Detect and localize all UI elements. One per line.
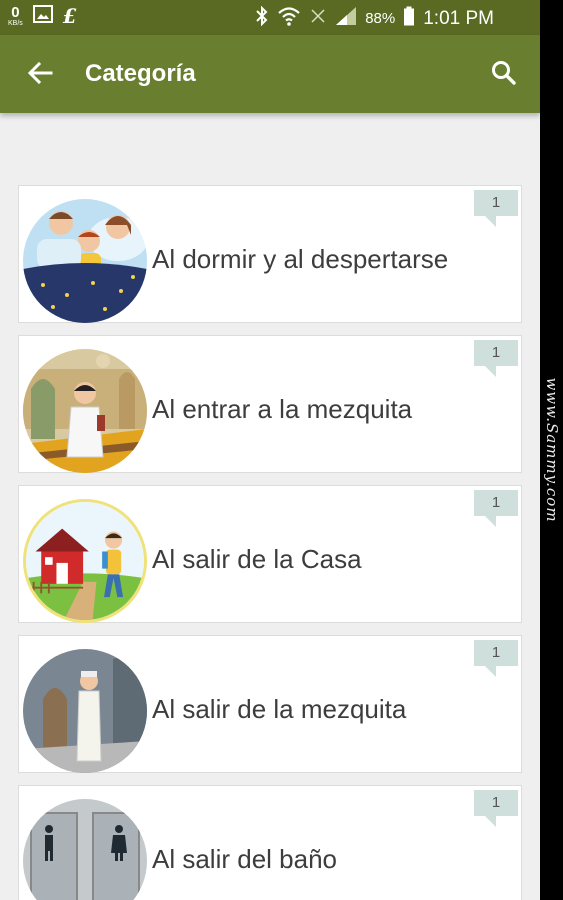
- man-leaving-mosque-illustration: [23, 649, 147, 773]
- category-item-al-entrar-mezquita[interactable]: Al entrar a la mezquita 1: [18, 335, 522, 473]
- category-label: Al salir de la mezquita: [152, 694, 407, 724]
- app-screen: 0 KB/s £ 88% 1:01 PM Categoría Al dormir…: [0, 0, 540, 900]
- app-logo-icon: £: [62, 4, 77, 28]
- battery-percent: 88%: [365, 10, 396, 27]
- category-label: Al salir del baño: [152, 844, 337, 874]
- count-badge: 1: [474, 190, 518, 227]
- status-bar-left: 0 KB/s £: [8, 4, 77, 28]
- category-label: Al entrar a la mezquita: [152, 394, 413, 424]
- category-label: Al dormir y al despertarse: [152, 244, 449, 274]
- arrow-left-icon: [27, 62, 53, 84]
- category-item-al-dormir[interactable]: Al dormir y al despertarse 1: [18, 185, 522, 323]
- category-item-al-salir-bano[interactable]: Al salir del baño 1: [18, 785, 522, 900]
- category-label: Al salir de la Casa: [152, 544, 362, 574]
- battery-icon: [403, 6, 415, 31]
- signal-icon: [335, 6, 357, 31]
- restroom-doors-illustration: [23, 799, 147, 900]
- network-speed: 0 KB/s: [8, 5, 23, 27]
- status-bar: 0 KB/s £ 88% 1:01 PM: [0, 0, 540, 35]
- count-badge: 1: [474, 640, 518, 677]
- clock: 1:01 PM: [423, 7, 494, 29]
- mobile-data-icon: [309, 7, 327, 30]
- family-sleeping-illustration: [23, 199, 147, 323]
- network-speed-value: 0: [11, 4, 20, 21]
- category-item-al-salir-casa[interactable]: Al salir de la Casa 1: [18, 485, 522, 623]
- wifi-icon: [277, 6, 301, 31]
- search-button[interactable]: [486, 55, 522, 91]
- child-entering-mosque-illustration: [23, 349, 147, 473]
- count-badge: 1: [474, 340, 518, 377]
- count-badge: 1: [474, 490, 518, 527]
- watermark-text: www.Sammy.com: [543, 377, 561, 523]
- network-speed-unit: KB/s: [8, 20, 23, 27]
- search-icon: [492, 61, 516, 85]
- bluetooth-icon: [255, 5, 269, 31]
- child-leaving-house-illustration: [23, 499, 147, 623]
- back-button[interactable]: [22, 55, 58, 91]
- app-bar: Categoría: [0, 35, 540, 113]
- category-list: Al dormir y al despertarse 1 Al entrar a…: [18, 185, 524, 900]
- gallery-icon: [32, 4, 53, 28]
- watermark: www.Sammy.com: [540, 0, 563, 900]
- category-item-al-salir-mezquita[interactable]: Al salir de la mezquita 1: [18, 635, 522, 773]
- status-bar-right: 88% 1:01 PM: [255, 5, 494, 31]
- count-badge: 1: [474, 790, 518, 827]
- page-title: Categoría: [85, 60, 196, 87]
